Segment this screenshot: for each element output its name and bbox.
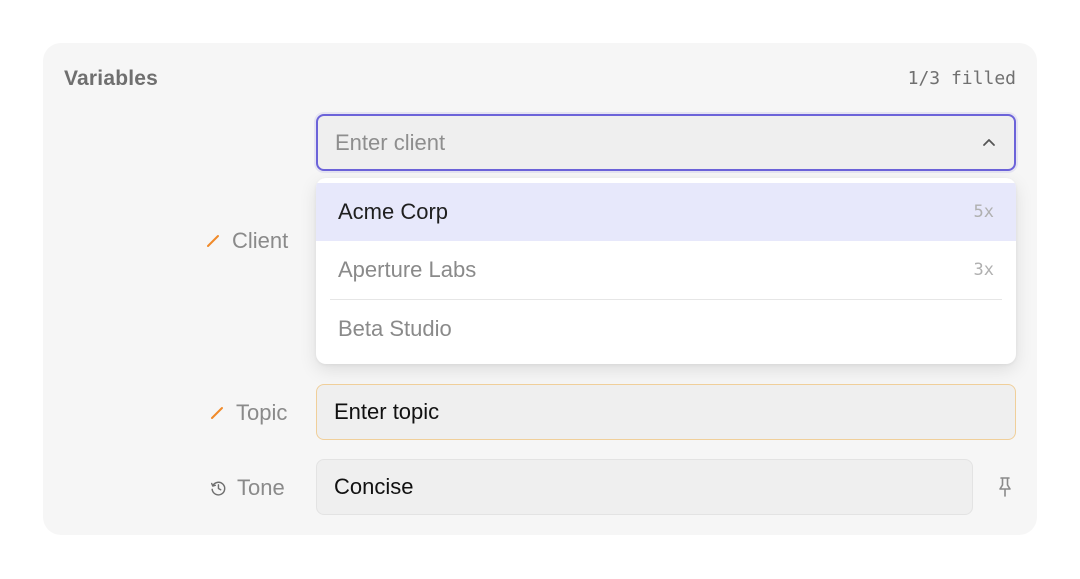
client-label-text: Client [232, 228, 289, 253]
history-icon [209, 479, 227, 497]
client-dropdown: Acme Corp 5x Aperture Labs 3x Beta Studi… [316, 178, 1016, 364]
pencil-icon [204, 232, 222, 250]
option-label: Acme Corp [338, 199, 449, 224]
option-count: 3x [973, 260, 994, 280]
option-count: 5x [973, 202, 994, 222]
pencil-icon [208, 404, 226, 422]
panel-title: Variables [64, 67, 159, 90]
option-label: Beta Studio [338, 316, 452, 341]
client-label: Client [204, 228, 288, 254]
topic-placeholder: Enter topic [334, 399, 440, 424]
dropdown-option-aperture-labs[interactable]: Aperture Labs 3x [316, 241, 1016, 299]
topic-input[interactable]: Enter topic [316, 384, 1016, 440]
chevron-up-icon[interactable] [980, 134, 998, 152]
dropdown-option-beta-studio[interactable]: Beta Studio [316, 300, 1016, 358]
pin-icon[interactable] [993, 474, 1017, 500]
client-input[interactable]: Enter client [316, 114, 1016, 171]
tone-label: Tone [209, 475, 285, 501]
topic-label-text: Topic [236, 400, 288, 425]
tone-label-text: Tone [237, 475, 285, 500]
dropdown-option-acme-corp[interactable]: Acme Corp 5x [316, 183, 1016, 241]
filled-count: 1/3 filled [907, 68, 1016, 89]
topic-label: Topic [208, 400, 287, 426]
client-placeholder: Enter client [335, 129, 446, 155]
tone-input[interactable]: Concise [316, 459, 973, 515]
tone-value: Concise [334, 474, 414, 499]
option-label: Aperture Labs [338, 257, 477, 282]
